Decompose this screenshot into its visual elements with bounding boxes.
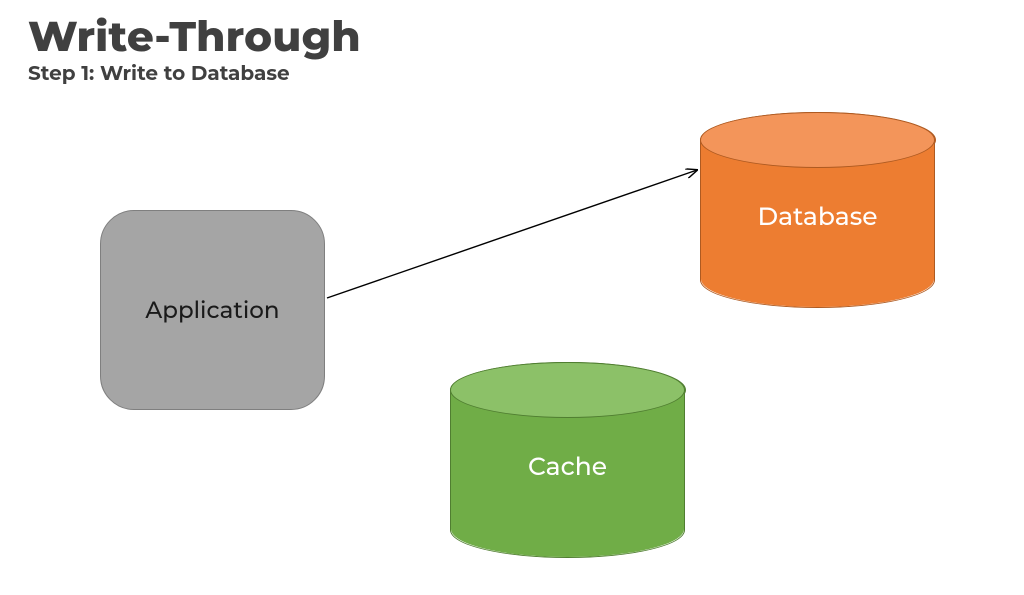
- application-node: Application: [100, 210, 325, 410]
- diagram-stage: Write-Through Step 1: Write to Database …: [0, 0, 1024, 595]
- cache-node: Cache: [450, 390, 685, 558]
- diagram-subtitle: Step 1: Write to Database: [28, 62, 290, 86]
- application-label: Application: [145, 296, 279, 324]
- diagram-title: Write-Through: [28, 10, 361, 62]
- cache-cylinder-lid: [450, 362, 685, 418]
- database-cylinder-lid: [700, 112, 935, 168]
- cache-label: Cache: [450, 452, 685, 482]
- database-node: Database: [700, 140, 935, 308]
- database-label: Database: [700, 202, 935, 232]
